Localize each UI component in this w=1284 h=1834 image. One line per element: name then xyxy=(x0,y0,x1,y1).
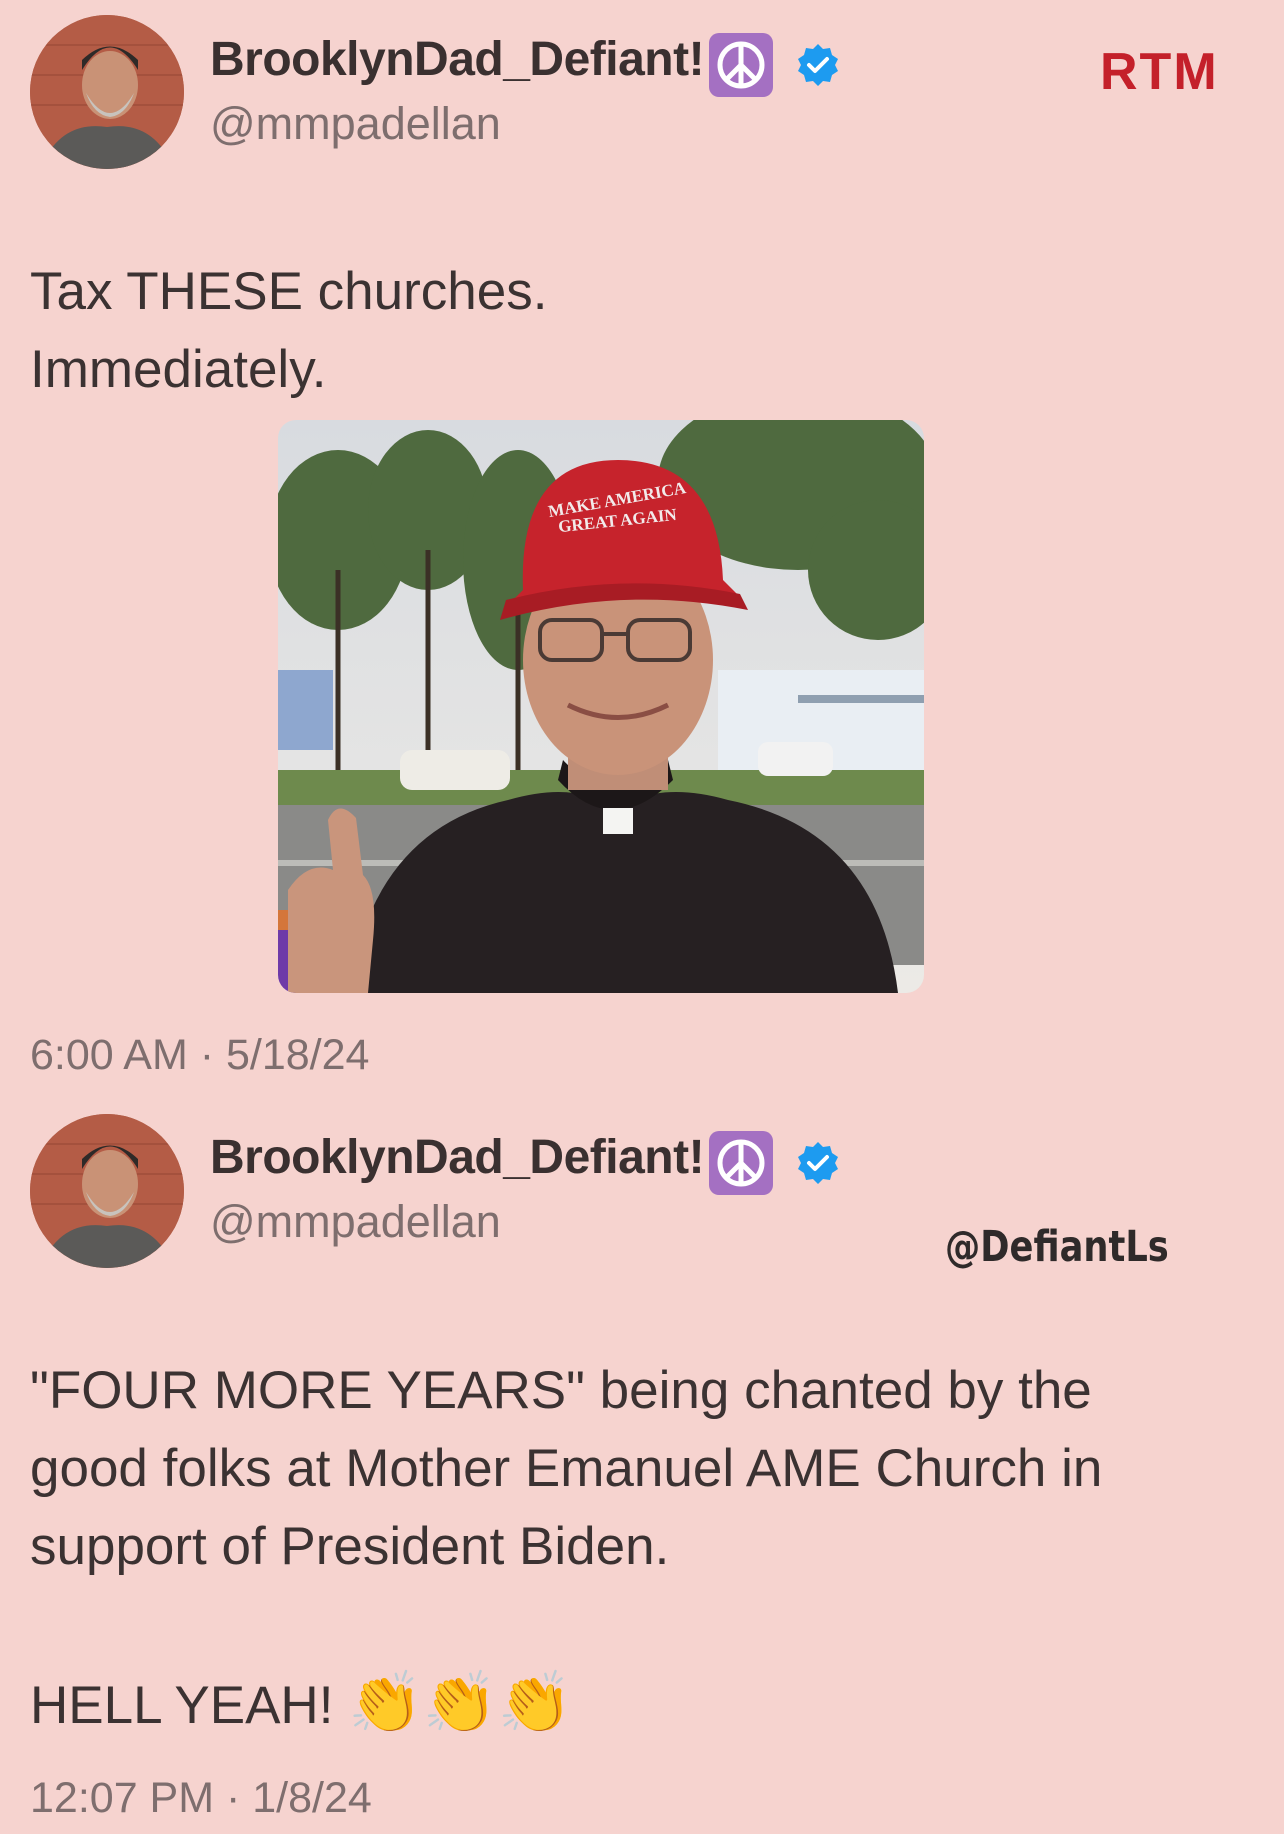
handle[interactable]: @mmpadellan xyxy=(210,98,501,150)
display-name[interactable]: BrooklynDad_Defiant! xyxy=(210,1131,705,1184)
tweet-text-line: support of President Biden. xyxy=(30,1517,670,1576)
watermark: @DefiantLs xyxy=(945,1222,1169,1272)
display-name[interactable]: BrooklynDad_Defiant! xyxy=(210,33,705,86)
avatar[interactable] xyxy=(30,15,184,169)
avatar[interactable] xyxy=(30,1114,184,1268)
timestamp[interactable]: 12:07 PM · 1/8/24 xyxy=(30,1774,372,1823)
tweet-text-line: Immediately. xyxy=(30,340,327,399)
tweet-text-line-with-emoji: HELL YEAH! 👏👏👏 xyxy=(30,1664,1260,1745)
tweet-text: "FOUR MORE YEARS" being chanted by the g… xyxy=(30,1352,1260,1745)
tweet-text-line: "FOUR MORE YEARS" being chanted by the xyxy=(30,1361,1092,1420)
peace-symbol-icon xyxy=(708,1130,773,1195)
clapping-hands-icon: 👏 xyxy=(422,1669,498,1736)
author-line: BrooklynDad_Defiant! xyxy=(210,1130,841,1201)
tweet-2: BrooklynDad_Defiant! @mmpadellan @Defian… xyxy=(0,1110,1284,1834)
tweet-text-line xyxy=(30,1586,1260,1664)
timestamp[interactable]: 6:00 AM · 5/18/24 xyxy=(30,1031,369,1080)
avatar-image xyxy=(30,15,184,169)
clapping-hands-icon: 👏 xyxy=(497,1669,573,1736)
handle[interactable]: @mmpadellan xyxy=(210,1196,501,1248)
verified-badge-icon xyxy=(797,1141,838,1184)
priest-photo: MAKE AMERICA GREAT AGAIN xyxy=(278,420,924,993)
tweet-1: BrooklynDad_Defiant! @mmpadellan Tax THE… xyxy=(0,0,1284,1090)
avatar-image xyxy=(30,1114,184,1268)
tweet-image[interactable]: MAKE AMERICA GREAT AGAIN xyxy=(278,420,924,993)
tweet-text-line: good folks at Mother Emanuel AME Church … xyxy=(30,1439,1103,1498)
author-line: BrooklynDad_Defiant! xyxy=(210,32,841,103)
peace-symbol-icon xyxy=(708,32,773,97)
tweet-text-line: HELL YEAH! xyxy=(30,1676,334,1735)
tweet-text-line: Tax THESE churches. xyxy=(30,262,548,321)
verified-badge-icon xyxy=(797,43,838,86)
tweet-text: Tax THESE churches. Immediately. xyxy=(30,253,547,409)
clapping-hands-icon: 👏 xyxy=(348,1669,423,1736)
